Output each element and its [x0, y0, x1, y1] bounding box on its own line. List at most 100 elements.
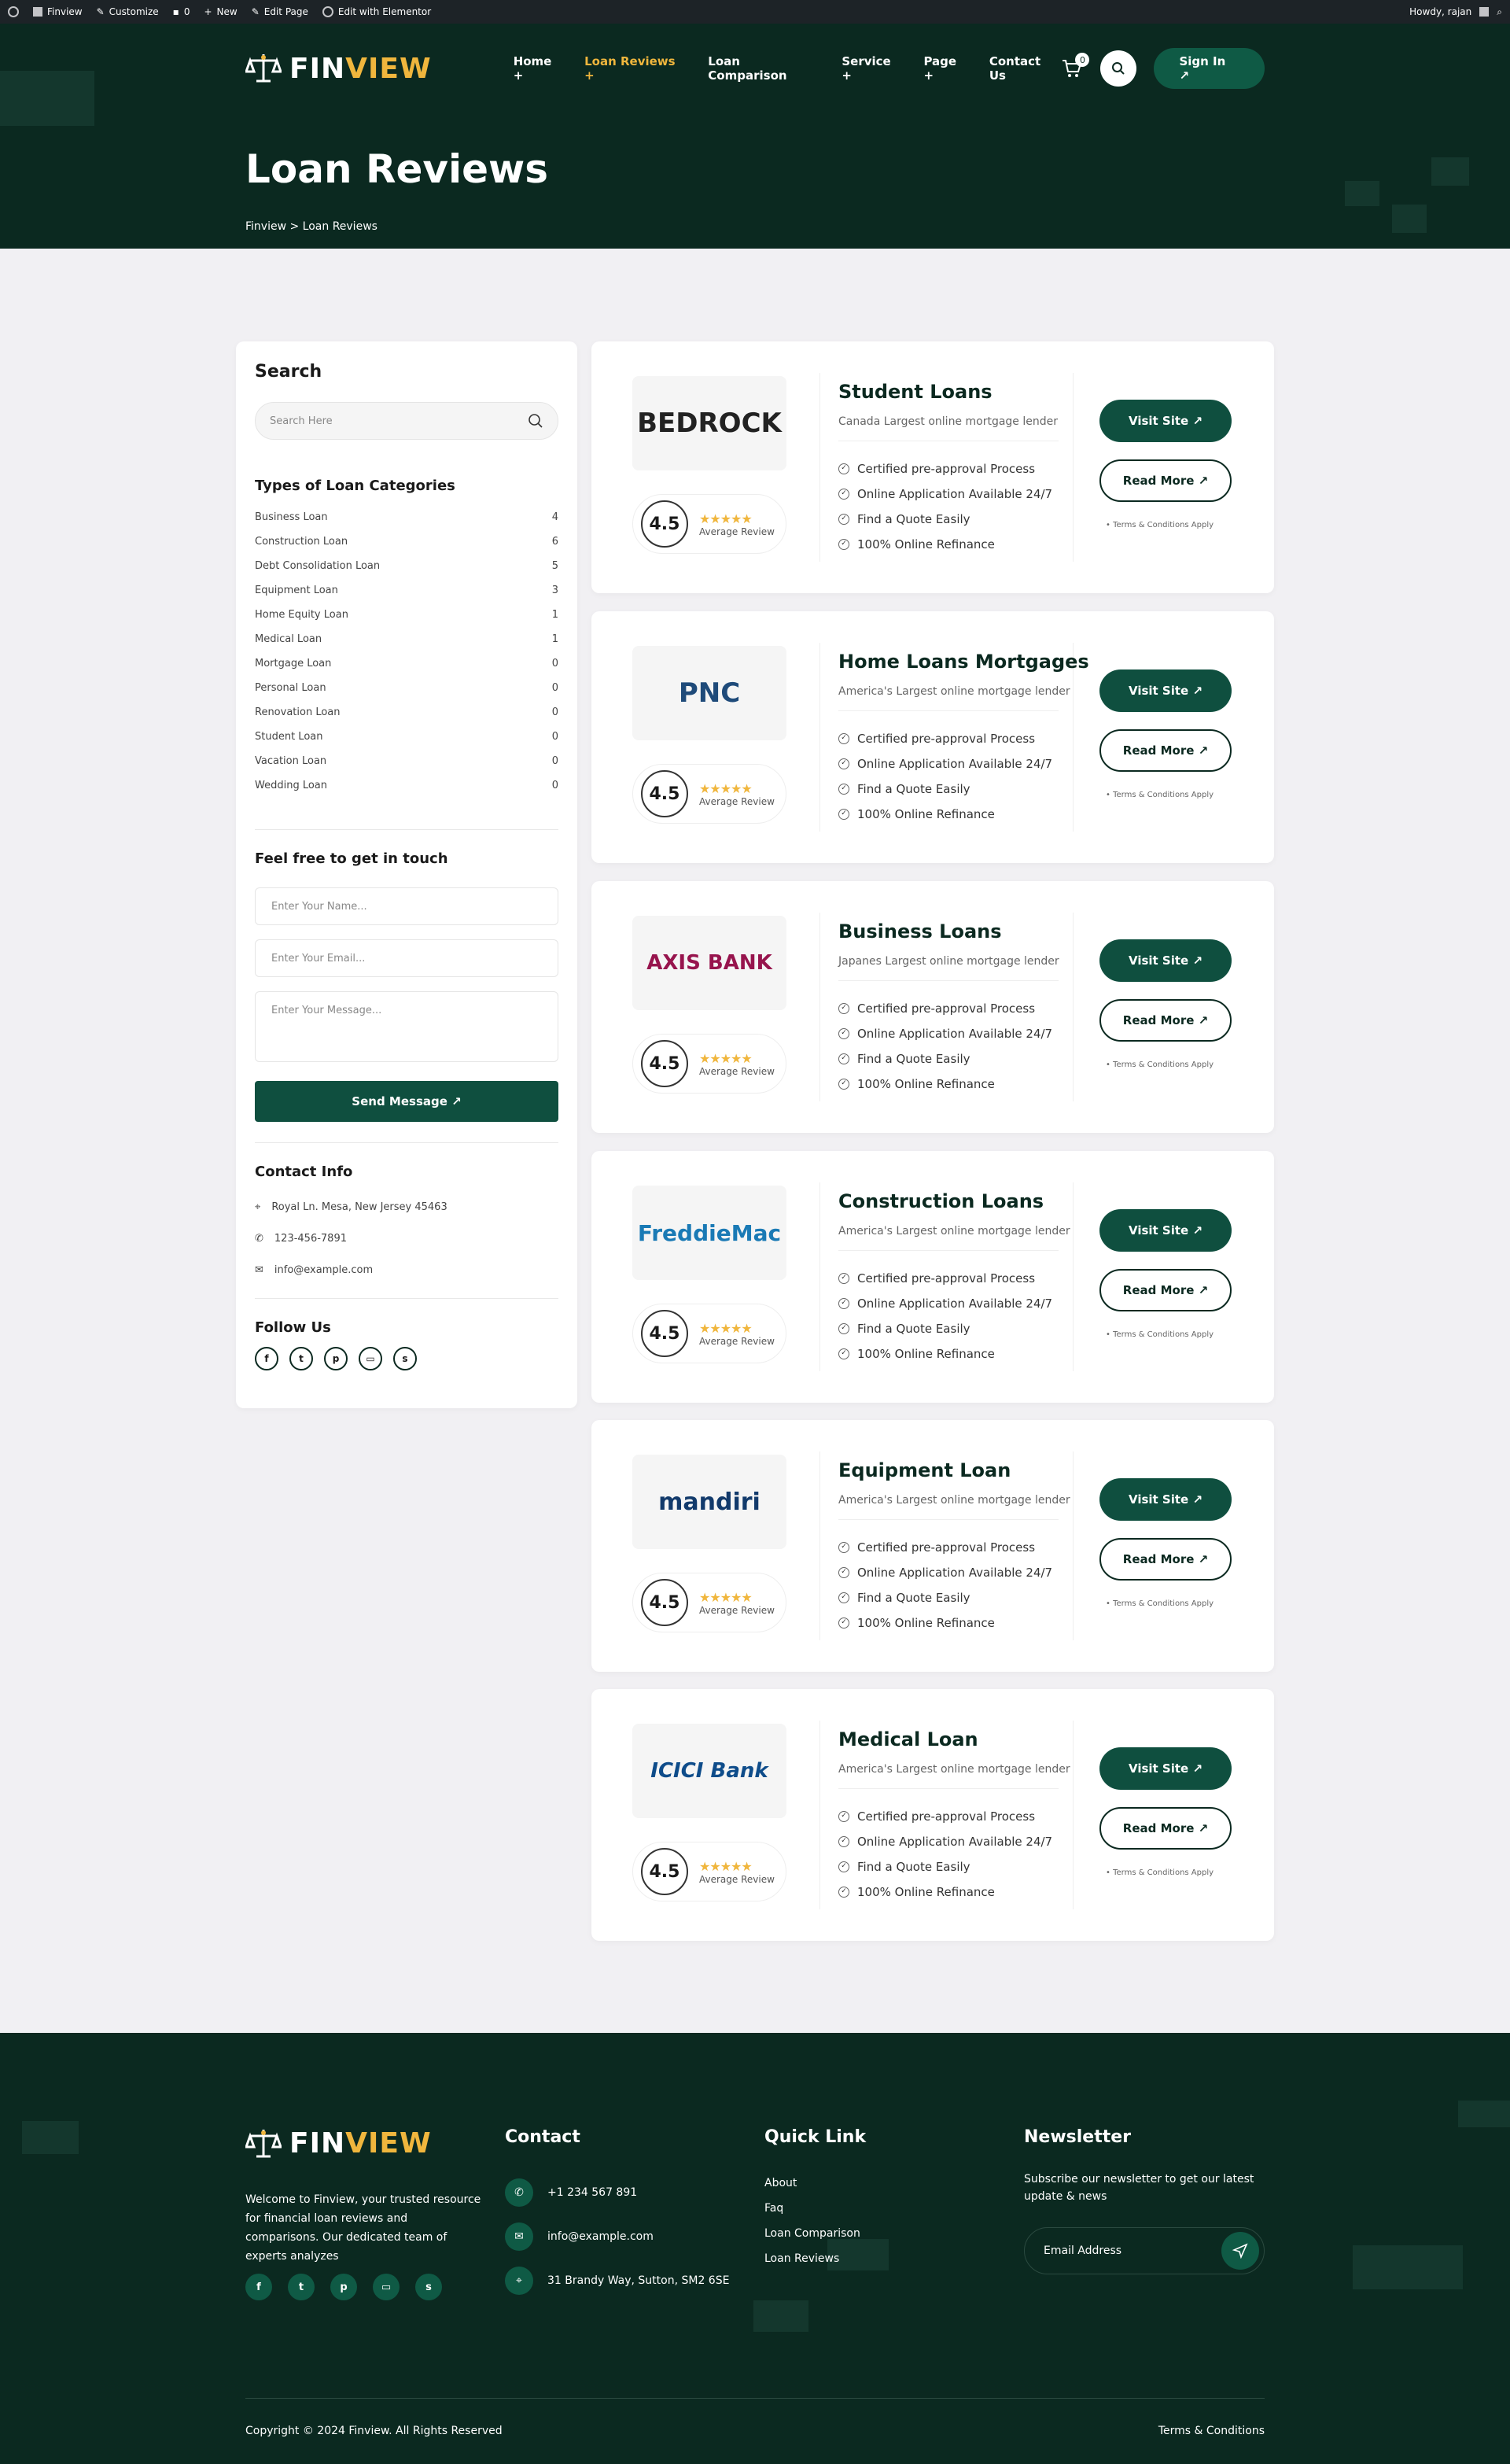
- admin-search-icon[interactable]: ⌕: [1497, 6, 1502, 18]
- email-item[interactable]: ✉ info@example.com: [255, 1254, 558, 1285]
- footer-link-loan-reviews[interactable]: Loan Reviews: [764, 2246, 866, 2271]
- loan-card: BEDROCK 4.5 ★★★★★ Average Review Student L…: [591, 341, 1274, 593]
- read-more-button[interactable]: Read More ↗: [1099, 1807, 1232, 1850]
- category-item[interactable]: Wedding Loan 0: [255, 773, 558, 798]
- loan-card: FreddieMac 4.5 ★★★★★ Average Review Constr…: [591, 1151, 1274, 1403]
- category-item[interactable]: Equipment Loan 3: [255, 578, 558, 603]
- terms-link[interactable]: • Terms & Conditions Apply: [1106, 521, 1214, 529]
- read-more-button[interactable]: Read More ↗: [1099, 1538, 1232, 1581]
- loan-title: Medical Loan: [838, 1728, 978, 1750]
- check-icon: ✓: [838, 1053, 849, 1064]
- loan-subtitle: America's Largest online mortgage lender: [838, 1763, 1070, 1776]
- terms-link[interactable]: • Terms & Conditions Apply: [1106, 791, 1214, 799]
- read-more-button[interactable]: Read More ↗: [1099, 1269, 1232, 1311]
- twitch-icon[interactable]: ▭: [359, 1347, 382, 1370]
- loan-card: PNC 4.5 ★★★★★ Average Review Home Loans Mo…: [591, 611, 1274, 863]
- category-item[interactable]: Debt Consolidation Loan 5: [255, 554, 558, 578]
- email-field[interactable]: Enter Your Email...: [255, 939, 558, 977]
- visit-site-button[interactable]: Visit Site ↗: [1099, 669, 1232, 712]
- category-item[interactable]: Business Loan 4: [255, 505, 558, 529]
- search-input[interactable]: Search Here: [255, 402, 558, 440]
- footer-newsletter: Newsletter Subscribe our newsletter to g…: [1024, 2127, 1265, 2274]
- message-field[interactable]: Enter Your Message...: [255, 991, 558, 1062]
- terms-link[interactable]: • Terms & Conditions Apply: [1106, 1330, 1214, 1339]
- menu-page[interactable]: Page +: [923, 54, 970, 83]
- footer-logo[interactable]: FINVIEW: [245, 2127, 432, 2160]
- category-item[interactable]: Renovation Loan 0: [255, 700, 558, 725]
- read-more-button[interactable]: Read More ↗: [1099, 999, 1232, 1042]
- footer-link-loan-comparison[interactable]: Loan Comparison: [764, 2221, 866, 2246]
- terms-link[interactable]: • Terms & Conditions Apply: [1106, 1599, 1214, 1608]
- visit-site-button[interactable]: Visit Site ↗: [1099, 939, 1232, 982]
- contact-info-title: Contact Info: [255, 1164, 353, 1180]
- footer-link-faq[interactable]: Faq: [764, 2196, 866, 2221]
- visit-site-button[interactable]: Visit Site ↗: [1099, 1209, 1232, 1252]
- category-item[interactable]: Construction Loan 6: [255, 529, 558, 554]
- footer-terms-link[interactable]: Terms & Conditions: [1158, 2425, 1265, 2437]
- admin-site-link[interactable]: Finview: [33, 6, 83, 17]
- avatar[interactable]: [1479, 7, 1490, 17]
- newsletter-email-input[interactable]: Email Address: [1024, 2227, 1265, 2274]
- skype-icon[interactable]: s: [415, 2274, 442, 2300]
- footer-phone[interactable]: ✆ +1 234 567 891: [505, 2171, 729, 2215]
- footer-contact: Contact ✆ +1 234 567 891 ✉ info@example.co…: [505, 2127, 729, 2303]
- admin-comments-link[interactable]: ▪ 0: [173, 6, 190, 17]
- category-item[interactable]: Mortgage Loan 0: [255, 651, 558, 676]
- breadcrumb[interactable]: Finview > Loan Reviews: [245, 220, 378, 233]
- menu-contact[interactable]: Contact Us: [989, 54, 1062, 83]
- menu-home[interactable]: Home +: [514, 54, 565, 83]
- check-icon: ✓: [838, 1567, 849, 1578]
- star-rating-icon: ★★★★★: [699, 1320, 753, 1336]
- admin-customize-link[interactable]: ✎ Customize: [97, 6, 159, 17]
- facebook-icon[interactable]: f: [255, 1347, 278, 1370]
- twitch-icon[interactable]: ▭: [373, 2274, 400, 2300]
- category-item[interactable]: Vacation Loan 0: [255, 749, 558, 773]
- pinterest-icon[interactable]: p: [330, 2274, 357, 2300]
- phone-item[interactable]: ✆ 123-456-7891: [255, 1223, 558, 1254]
- footer-link-about[interactable]: About: [764, 2171, 866, 2196]
- read-more-button[interactable]: Read More ↗: [1099, 459, 1232, 502]
- visit-site-button[interactable]: Visit Site ↗: [1099, 1747, 1232, 1790]
- terms-link[interactable]: • Terms & Conditions Apply: [1106, 1868, 1214, 1877]
- visit-site-button[interactable]: Visit Site ↗: [1099, 400, 1232, 442]
- check-icon: ✓: [838, 1003, 849, 1014]
- pinterest-icon[interactable]: p: [324, 1347, 348, 1370]
- footer-email[interactable]: ✉ info@example.com: [505, 2215, 729, 2259]
- loan-card: ICICI Bank 4.5 ★★★★★ Average Review Medica…: [591, 1689, 1274, 1941]
- scales-icon: [245, 54, 282, 83]
- read-more-button[interactable]: Read More ↗: [1099, 729, 1232, 772]
- skype-icon[interactable]: s: [393, 1347, 417, 1370]
- category-item[interactable]: Home Equity Loan 1: [255, 603, 558, 627]
- cart-icon[interactable]: 0: [1061, 53, 1090, 79]
- location-icon: ⌖: [255, 1201, 261, 1213]
- check-icon: ✓: [838, 1298, 849, 1309]
- send-newsletter-button[interactable]: [1221, 2232, 1259, 2270]
- check-icon: ✓: [838, 514, 849, 525]
- send-message-button[interactable]: Send Message ↗: [255, 1081, 558, 1122]
- scales-icon: [245, 2129, 282, 2157]
- search-button[interactable]: [1100, 50, 1137, 87]
- mail-icon: ✉: [505, 2222, 533, 2251]
- category-item[interactable]: Medical Loan 1: [255, 627, 558, 651]
- admin-new-link[interactable]: + New: [204, 6, 237, 17]
- category-item[interactable]: Personal Loan 0: [255, 676, 558, 700]
- rating-badge: 4.5 ★★★★★ Average Review: [632, 1842, 786, 1901]
- admin-howdy[interactable]: Howdy, rajan: [1409, 6, 1471, 17]
- terms-link[interactable]: • Terms & Conditions Apply: [1106, 1060, 1214, 1069]
- menu-loan-comparison[interactable]: Loan Comparison: [708, 54, 823, 83]
- menu-service[interactable]: Service +: [842, 54, 904, 83]
- sign-in-button[interactable]: Sign In ↗: [1154, 48, 1265, 89]
- category-item[interactable]: Student Loan 0: [255, 725, 558, 749]
- admin-edit-page-link[interactable]: ✎ Edit Page: [252, 6, 308, 17]
- admin-elementor-link[interactable]: Edit with Elementor: [322, 6, 431, 17]
- wordpress-logo-icon[interactable]: [8, 6, 19, 17]
- facebook-icon[interactable]: f: [245, 2274, 272, 2300]
- menu-loan-reviews[interactable]: Loan Reviews +: [584, 54, 689, 83]
- site-logo[interactable]: FINVIEW: [245, 53, 432, 85]
- twitter-icon[interactable]: t: [289, 1347, 313, 1370]
- visit-site-button[interactable]: Visit Site ↗: [1099, 1478, 1232, 1521]
- social-links: f t p ▭ s: [255, 1347, 558, 1370]
- search-icon[interactable]: [528, 413, 543, 429]
- twitter-icon[interactable]: t: [288, 2274, 315, 2300]
- name-field[interactable]: Enter Your Name...: [255, 887, 558, 925]
